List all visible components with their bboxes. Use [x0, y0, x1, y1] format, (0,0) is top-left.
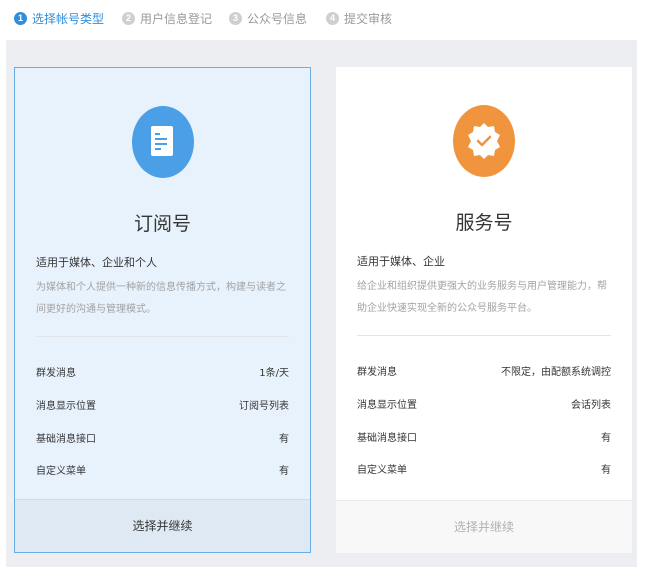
- feature-row: 基础消息接口 有: [357, 429, 611, 444]
- feature-row: 自定义菜单 有: [36, 462, 289, 477]
- feature-key: 基础消息接口: [357, 433, 417, 444]
- step-4: 4 提交审核: [326, 10, 392, 27]
- feature-row: 群发消息 1条/天: [36, 364, 289, 379]
- card-subtitle: 适用于媒体、企业: [357, 255, 445, 268]
- step-number: 3: [229, 12, 242, 25]
- feature-row: 消息显示位置 会话列表: [357, 396, 611, 411]
- step-label: 提交审核: [344, 12, 393, 26]
- feature-row: 群发消息 不限定，由配额系统调控: [357, 363, 611, 378]
- step-number: 2: [122, 12, 135, 25]
- verified-badge-icon: [452, 104, 516, 178]
- step-1: 1 选择帐号类型: [14, 10, 104, 27]
- step-number: 1: [14, 12, 27, 25]
- feature-value: 有: [601, 465, 611, 476]
- feature-row: 基础消息接口 有: [36, 430, 289, 445]
- feature-value: 有: [279, 466, 289, 477]
- select-continue-button[interactable]: 选择并继续: [336, 500, 632, 553]
- step-2: 2 用户信息登记: [122, 10, 212, 27]
- card-description: 为媒体和个人提供一种新的信息传播方式，构建与读者之间更好的沟通与管理模式。: [36, 282, 286, 315]
- divider: [357, 335, 611, 336]
- feature-value: 不限定，由配额系统调控: [501, 367, 611, 378]
- feature-key: 消息显示位置: [357, 400, 417, 411]
- feature-key: 基础消息接口: [36, 434, 96, 445]
- feature-value: 订阅号列表: [239, 401, 289, 412]
- feature-value: 有: [279, 434, 289, 445]
- feature-key: 自定义菜单: [36, 466, 86, 477]
- card-title: 订阅号: [133, 213, 191, 235]
- step-progress: 1 选择帐号类型 2 用户信息登记 3 公众号信息 4 提交审核: [0, 0, 655, 38]
- service-account-card[interactable]: 服务号 适用于媒体、企业 给企业和组织提供更强大的业务服务与用户管理能力，帮助企…: [336, 67, 632, 553]
- card-title: 服务号: [455, 212, 513, 234]
- feature-value: 会话列表: [571, 400, 611, 411]
- select-continue-button[interactable]: 选择并继续: [15, 499, 310, 552]
- step-label: 公众号信息: [247, 12, 308, 26]
- step-3: 3 公众号信息: [229, 10, 307, 27]
- feature-key: 群发消息: [36, 368, 76, 379]
- subscription-account-card[interactable]: 订阅号 适用于媒体、企业和个人 为媒体和个人提供一种新的信息传播方式，构建与读者…: [14, 67, 311, 553]
- feature-key: 消息显示位置: [36, 401, 96, 412]
- step-label: 选择帐号类型: [32, 12, 105, 26]
- feature-row: 自定义菜单 有: [357, 461, 611, 476]
- feature-value: 有: [601, 433, 611, 444]
- feature-key: 自定义菜单: [357, 465, 407, 476]
- step-label: 用户信息登记: [140, 12, 213, 26]
- step-number: 4: [326, 12, 339, 25]
- card-description: 给企业和组织提供更强大的业务服务与用户管理能力，帮助企业快速实现全新的公众号服务…: [357, 281, 607, 314]
- feature-row: 消息显示位置 订阅号列表: [36, 397, 289, 412]
- divider: [36, 336, 289, 337]
- card-subtitle: 适用于媒体、企业和个人: [36, 256, 157, 269]
- feature-key: 群发消息: [357, 367, 397, 378]
- feature-value: 1条/天: [259, 368, 289, 379]
- document-icon: [131, 105, 195, 179]
